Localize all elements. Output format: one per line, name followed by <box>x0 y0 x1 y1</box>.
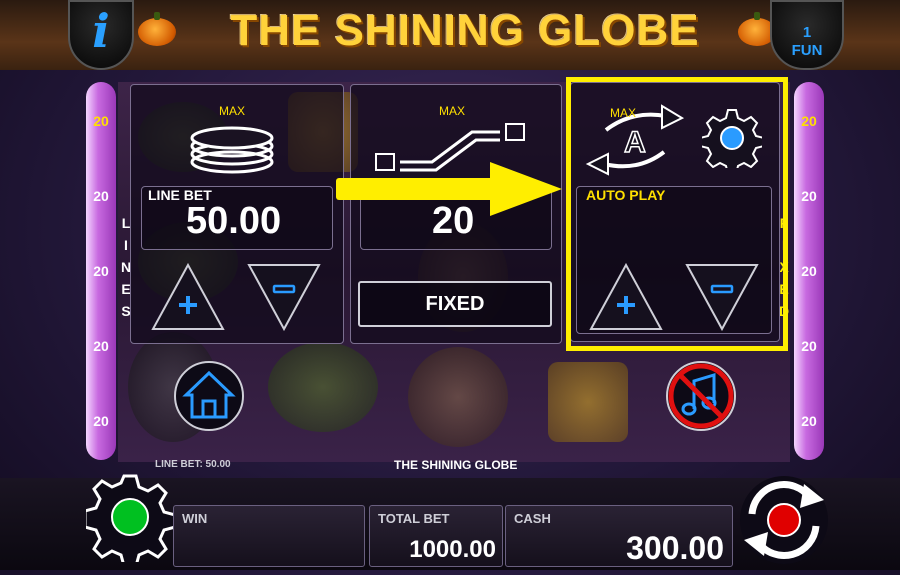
honey-jar-symbol <box>548 362 628 442</box>
fun-label: FUN <box>791 42 823 59</box>
settings-gear-icon <box>83 474 177 568</box>
fun-count: 1 <box>802 24 812 41</box>
max-label: MAX <box>438 104 465 118</box>
total-bet-value: 1000.00 <box>409 536 496 563</box>
max-bet-button[interactable]: MAX <box>184 104 280 185</box>
payline-number[interactable]: 20 <box>794 113 824 129</box>
info-button[interactable]: i <box>68 0 134 70</box>
cash-label: CASH <box>514 511 551 526</box>
payline-number[interactable]: 20 <box>86 188 116 204</box>
autoplay-highlight-frame <box>566 77 788 351</box>
win-field: WIN <box>173 505 365 567</box>
line-bet-info: LINE BET: 50.00 <box>155 459 231 470</box>
arrow-right-icon <box>336 162 564 223</box>
total-bet-field: TOTAL BET 1000.00 <box>369 505 503 567</box>
payline-number[interactable]: 20 <box>794 338 824 354</box>
payline-number[interactable]: 20 <box>794 188 824 204</box>
payline-number[interactable]: 20 <box>86 338 116 354</box>
fun-counter: 1 FUN <box>770 0 844 70</box>
total-bet-label: TOTAL BET <box>378 511 450 526</box>
cash-value: 300.00 <box>626 530 724 566</box>
line-bet-minus-button[interactable] <box>246 262 322 337</box>
coin-stack-icon <box>190 126 274 174</box>
owl-symbol <box>408 347 508 447</box>
home-icon <box>174 361 244 431</box>
home-button[interactable] <box>172 359 246 438</box>
spin-button[interactable] <box>734 470 834 575</box>
payline-number[interactable]: 20 <box>86 263 116 279</box>
max-label: MAX <box>218 104 245 118</box>
win-label: WIN <box>182 511 208 526</box>
cauldron-symbol <box>268 342 378 432</box>
game-name-footer: THE SHINING GLOBE <box>394 458 518 472</box>
fixed-lines-button[interactable]: FIXED <box>358 281 552 327</box>
payline-number[interactable]: 20 <box>794 263 824 279</box>
payline-number[interactable]: 20 <box>86 113 116 129</box>
sound-toggle-button[interactable] <box>664 359 738 438</box>
payline-number[interactable]: 20 <box>794 413 824 429</box>
settings-button[interactable] <box>83 472 177 568</box>
cash-field: CASH 300.00 <box>505 505 733 567</box>
line-bet-plus-button[interactable] <box>150 262 226 337</box>
line-bet-value: 50.00 <box>186 200 282 242</box>
info-icon: i <box>92 4 110 58</box>
spin-icon <box>740 476 828 564</box>
payline-number[interactable]: 20 <box>86 413 116 429</box>
sound-off-icon <box>666 361 736 431</box>
game-title: THE SHINING GLOBE <box>230 6 700 55</box>
